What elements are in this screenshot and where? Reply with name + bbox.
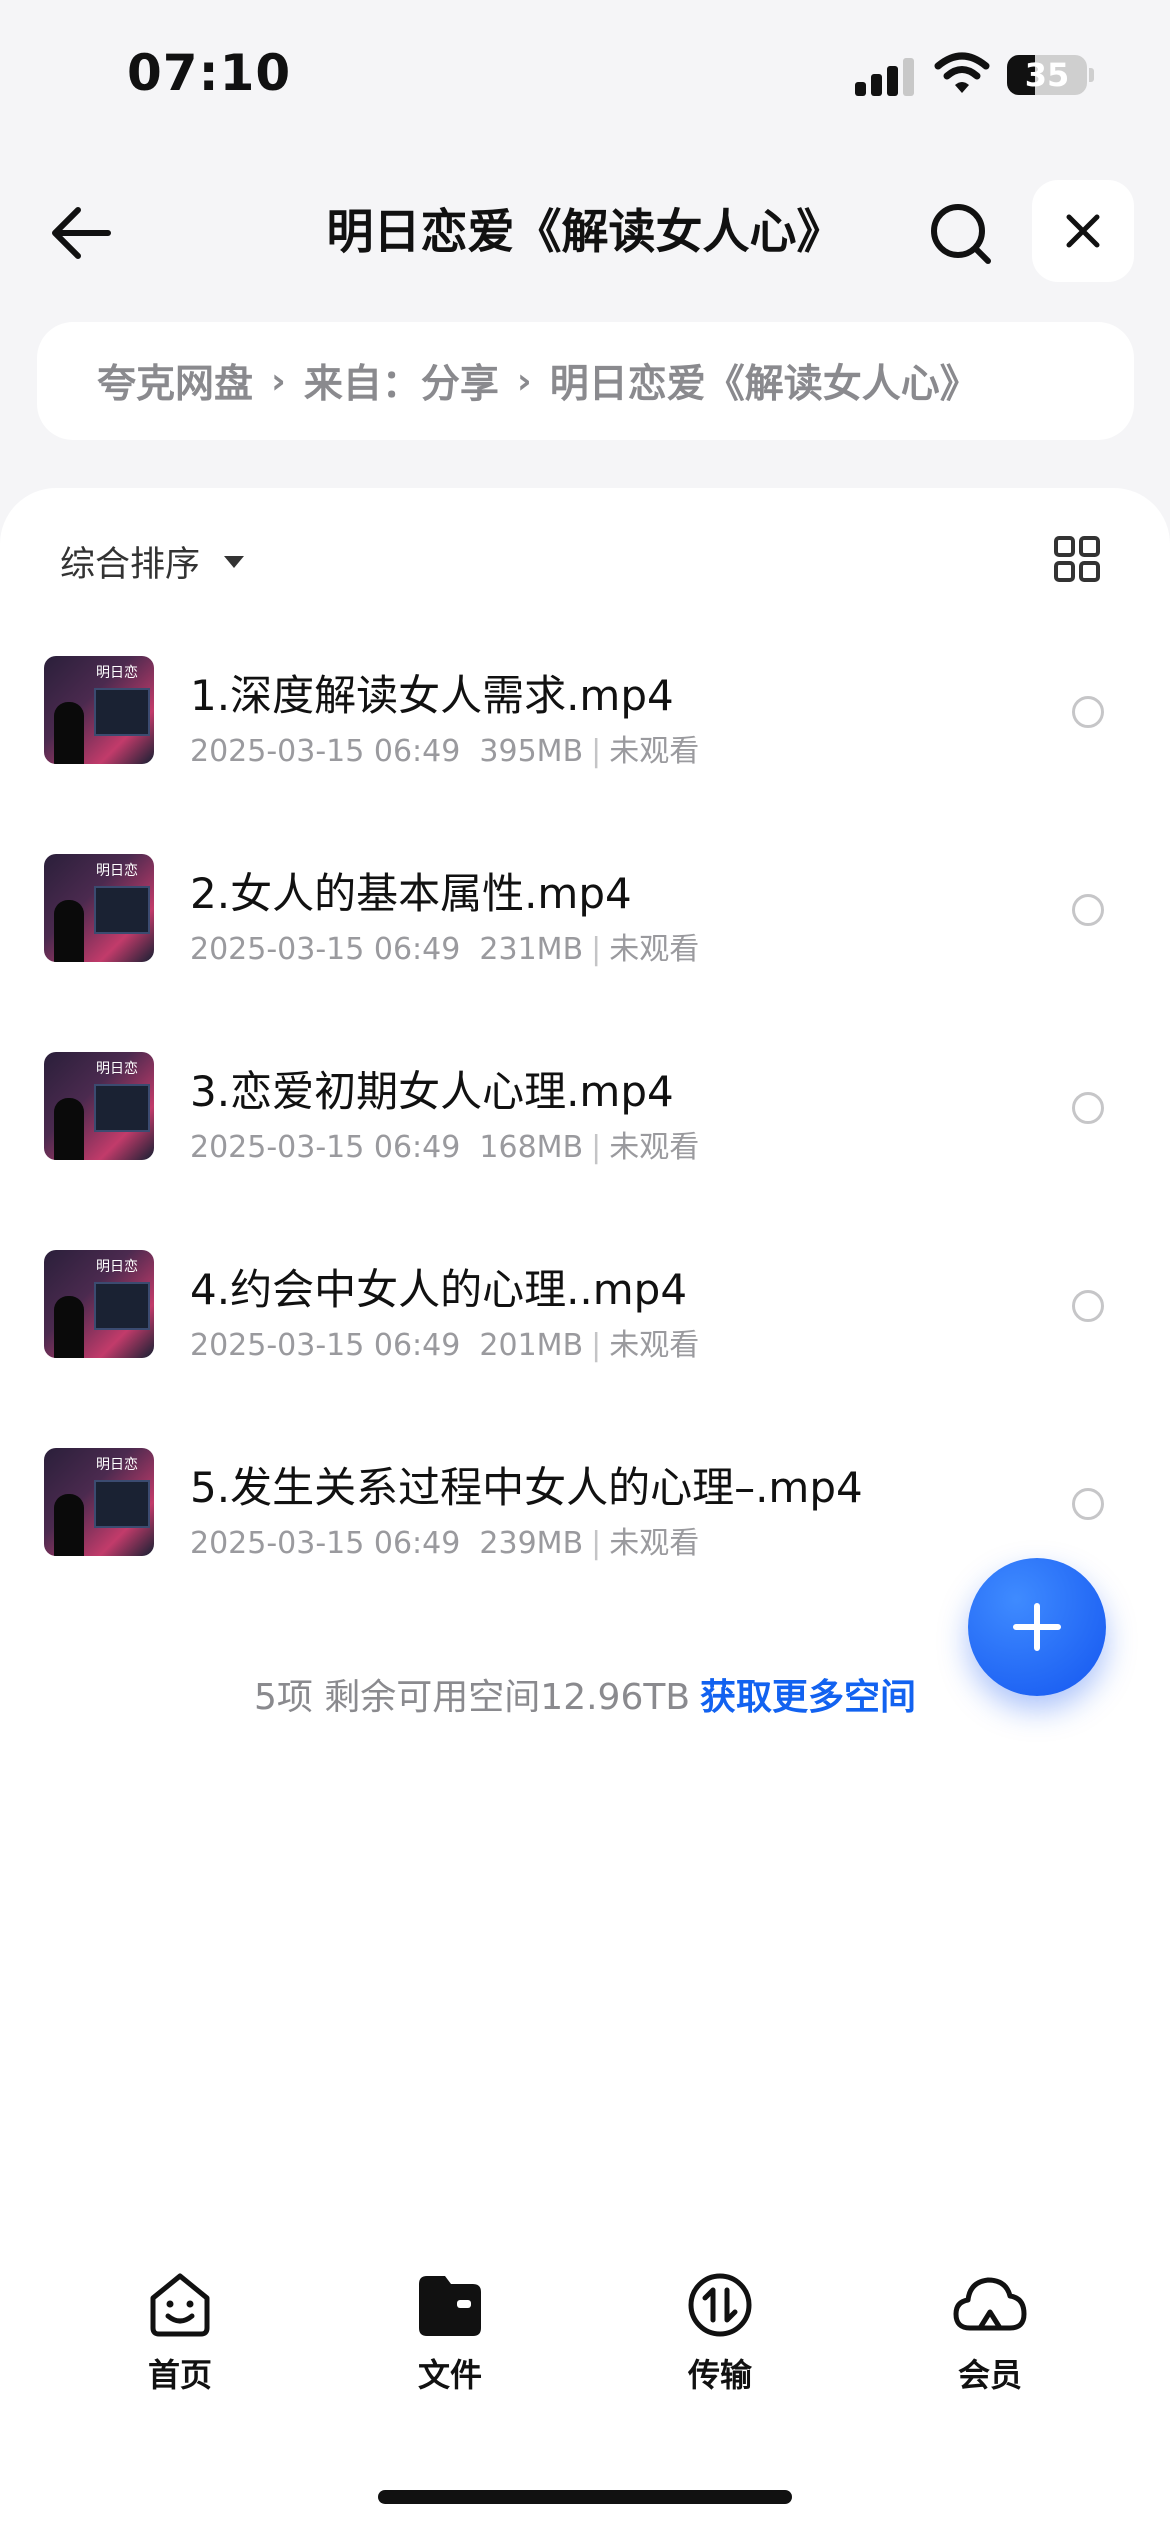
file-name: 3.恋爱初期女人心理.mp4 [190, 1067, 674, 1116]
file-name: 5.发生关系过程中女人的心理–.mp4 [190, 1463, 863, 1512]
battery-level: 35 [1024, 56, 1070, 94]
storage-summary-text: 5项 剩余可用空间12.96TB [253, 1677, 691, 1718]
select-radio[interactable] [1072, 1290, 1104, 1322]
tab-label: 文件 [417, 2356, 482, 2394]
home-indicator[interactable] [378, 2490, 792, 2504]
file-date: 2025-03-15 06:49 [190, 1328, 461, 1363]
tab-label: 传输 [687, 2356, 752, 2394]
file-date: 2025-03-15 06:49 [190, 1130, 461, 1165]
file-date: 2025-03-15 06:49 [190, 932, 461, 967]
file-list: 明日恋 1.深度解读女人需求.mp4 2025-03-15 06:49 395M… [0, 656, 1170, 1646]
tab-transfer[interactable]: 传输 [640, 2270, 800, 2396]
video-thumbnail: 明日恋 [44, 1448, 154, 1556]
sort-dropdown[interactable]: 综合排序 [60, 536, 245, 587]
select-radio[interactable] [1072, 696, 1104, 728]
select-radio[interactable] [1072, 1092, 1104, 1124]
wifi-icon [934, 52, 990, 93]
file-row[interactable]: 明日恋 4.约会中女人的心理..mp4 2025-03-15 06:49 201… [0, 1250, 1170, 1448]
file-row[interactable]: 明日恋 2.女人的基本属性.mp4 2025-03-15 06:49 231MB… [0, 854, 1170, 1052]
status-time: 07:10 [127, 44, 292, 102]
smiley-home-icon [150, 2273, 210, 2337]
video-thumbnail: 明日恋 [44, 656, 154, 764]
video-thumbnail: 明日恋 [44, 1052, 154, 1160]
caret-down-icon [224, 555, 245, 568]
add-button[interactable] [968, 1558, 1106, 1696]
file-size: 168MB [479, 1130, 584, 1165]
file-size: 231MB [479, 932, 584, 967]
breadcrumb-item-current: 明日恋爱《解读女人心》 [549, 362, 979, 407]
grid-view-icon[interactable] [1054, 536, 1100, 582]
tab-home[interactable]: 首页 [100, 2270, 260, 2396]
file-meta: 2025-03-15 06:49 168MB | 未观看 [190, 1130, 700, 1165]
watch-status: 未观看 [609, 1328, 700, 1363]
tab-label: 首页 [147, 2356, 212, 2394]
search-icon [931, 204, 991, 264]
chevron-right-icon: › [516, 360, 532, 402]
breadcrumb-item-share[interactable]: 来自：分享 [304, 353, 499, 409]
file-date: 2025-03-15 06:49 [190, 1526, 461, 1561]
file-row[interactable]: 明日恋 1.深度解读女人需求.mp4 2025-03-15 06:49 395M… [0, 656, 1170, 854]
breadcrumb-item-root[interactable]: 夸克网盘 [97, 353, 253, 409]
close-icon [1066, 214, 1100, 248]
file-meta: 2025-03-15 06:49 201MB | 未观看 [190, 1328, 700, 1363]
cellular-signal-icon [855, 56, 915, 96]
folder-icon [419, 2276, 481, 2336]
select-radio[interactable] [1072, 1488, 1104, 1520]
cloud-icon [953, 2277, 1027, 2331]
search-button[interactable] [925, 198, 997, 270]
breadcrumb: 夸克网盘 › 来自：分享 › 明日恋爱《解读女人心》 [37, 322, 1134, 440]
chevron-right-icon: › [271, 360, 286, 402]
video-thumbnail: 明日恋 [44, 854, 154, 962]
file-name: 1.深度解读女人需求.mp4 [190, 671, 674, 720]
get-more-space-link[interactable]: 获取更多空间 [700, 1677, 916, 1718]
file-meta: 2025-03-15 06:49 231MB | 未观看 [190, 932, 700, 967]
plus-icon [1013, 1603, 1061, 1651]
file-name: 2.女人的基本属性.mp4 [190, 869, 632, 918]
file-meta: 2025-03-15 06:49 239MB | 未观看 [190, 1526, 700, 1561]
file-size: 395MB [479, 734, 584, 769]
tab-files[interactable]: 文件 [370, 2270, 530, 2396]
battery-icon: 35 [1007, 55, 1087, 95]
watch-status: 未观看 [609, 1526, 700, 1561]
file-meta: 2025-03-15 06:49 395MB | 未观看 [190, 734, 700, 769]
transfer-icon [688, 2273, 752, 2337]
file-size: 239MB [479, 1526, 584, 1561]
tab-membership[interactable]: 会员 [910, 2270, 1070, 2396]
watch-status: 未观看 [609, 1130, 700, 1165]
file-row[interactable]: 明日恋 3.恋爱初期女人心理.mp4 2025-03-15 06:49 168M… [0, 1052, 1170, 1250]
sort-label: 综合排序 [60, 545, 201, 585]
video-thumbnail: 明日恋 [44, 1250, 154, 1358]
bottom-tab-bar: 首页 文件 传输 会员 [0, 2270, 1170, 2410]
close-button[interactable] [1032, 180, 1134, 282]
select-radio[interactable] [1072, 894, 1104, 926]
file-size: 201MB [479, 1328, 584, 1363]
battery-tip [1089, 68, 1094, 82]
file-date: 2025-03-15 06:49 [190, 734, 461, 769]
file-name: 4.约会中女人的心理..mp4 [190, 1265, 688, 1314]
file-list-panel: 综合排序 明日恋 1.深度解读女人需求.mp4 2025-03-15 06:49… [0, 488, 1170, 2532]
watch-status: 未观看 [609, 734, 700, 769]
watch-status: 未观看 [609, 932, 700, 967]
tab-label: 会员 [957, 2356, 1022, 2394]
